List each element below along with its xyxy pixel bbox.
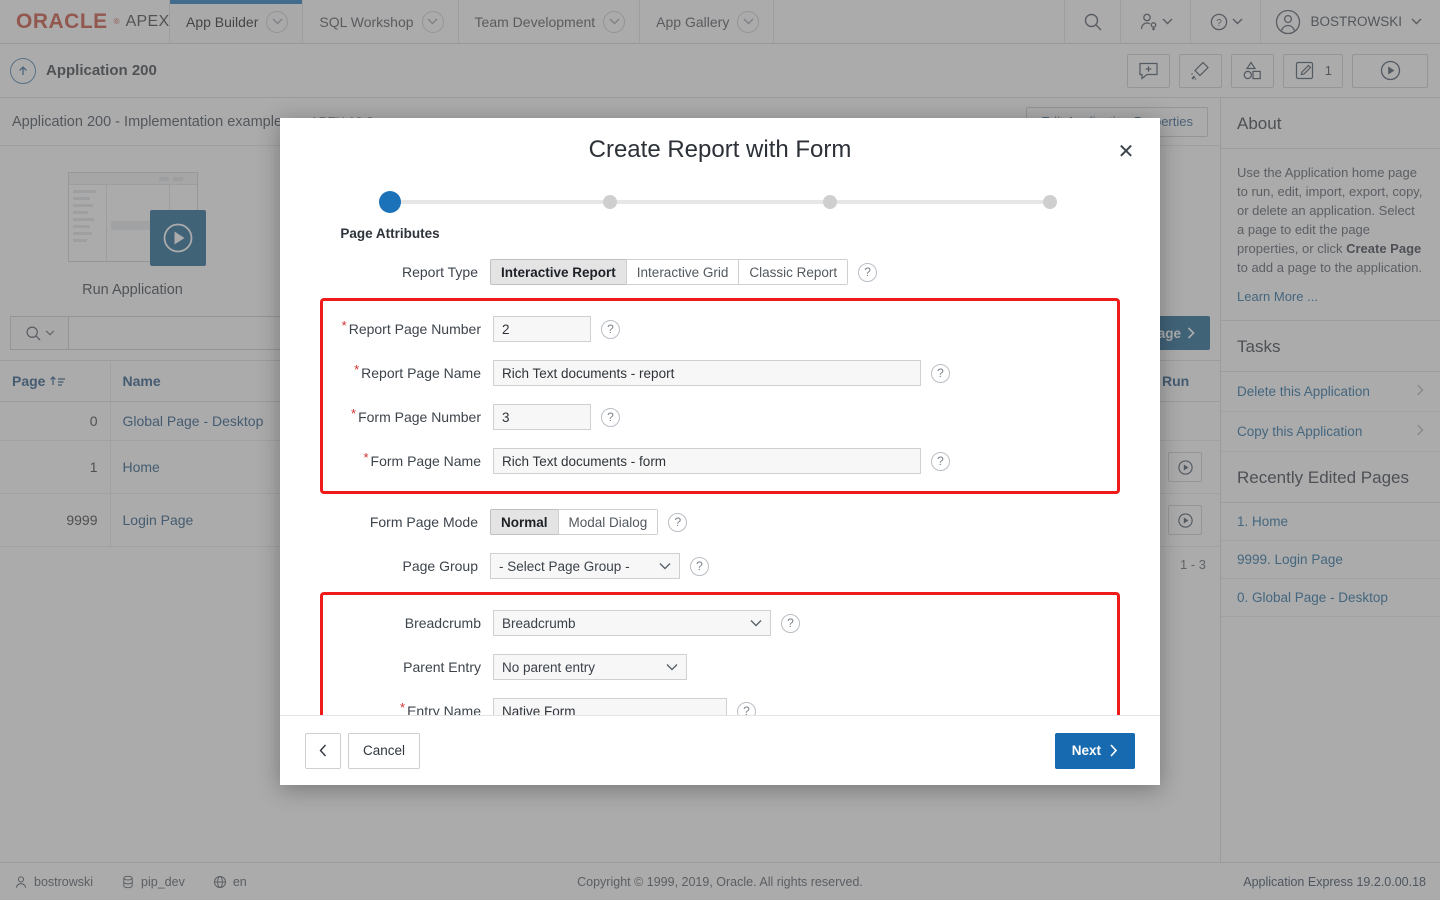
form-page-number-input[interactable] [493,404,591,430]
highlight-box-page-fields: *Report Page Number ? *Report Page Name … [320,298,1120,494]
report-type-interactive-report[interactable]: Interactive Report [490,259,627,285]
page-group-select[interactable]: - Select Page Group - [490,553,680,579]
help-icon[interactable]: ? [601,320,620,339]
label-report-page-number: *Report Page Number [323,321,493,337]
stepper-dot-3 [823,195,837,209]
highlight-box-breadcrumb-fields: Breadcrumb Breadcrumb ? Parent Entry [320,592,1120,715]
report-type-interactive-grid[interactable]: Interactive Grid [626,259,740,285]
help-icon[interactable]: ? [668,513,687,532]
label-form-page-mode: Form Page Mode [320,514,490,530]
parent-entry-select[interactable]: No parent entry [493,654,687,680]
field-row-page-group: Page Group - Select Page Group - ? [320,544,1120,588]
field-row-form-page-name: *Form Page Name ? [323,439,1117,483]
dialog-title: Create Report with Form [280,118,1160,164]
app-root: ORACLE® APEX App Builder SQL Workshop Te… [0,0,1440,900]
required-marker: * [351,406,356,421]
field-row-report-page-name: *Report Page Name ? [323,351,1117,395]
field-row-entry-name: *Entry Name ? [323,689,1117,715]
required-marker: * [354,362,359,377]
dialog-footer: Cancel Next [280,715,1160,785]
label-report-page-name: *Report Page Name [323,365,493,381]
label-form-page-name: *Form Page Name [323,453,493,469]
next-label: Next [1072,743,1101,758]
label-entry-name: *Entry Name [323,703,493,715]
form-page-mode-normal[interactable]: Normal [490,509,559,535]
next-button[interactable]: Next [1055,733,1135,769]
help-icon[interactable]: ? [690,557,709,576]
breadcrumb-value: Breadcrumb [502,616,576,631]
field-row-breadcrumb: Breadcrumb Breadcrumb ? [323,601,1117,645]
help-icon[interactable]: ? [781,614,800,633]
help-icon[interactable]: ? [601,408,620,427]
field-row-report-type: Report Type Interactive Report Interacti… [320,250,1120,294]
field-row-report-page-number: *Report Page Number ? [323,307,1117,351]
stepper-label-1: Page Attributes [340,226,439,241]
field-row-form-page-mode: Form Page Mode Normal Modal Dialog ? [320,500,1120,544]
page-group-value: - Select Page Group - [499,559,630,574]
wizard-stepper: Page Attributes [280,180,1160,250]
footer-version: Application Express 19.2.0.00.18 [1243,875,1426,889]
chevron-down-icon [645,562,671,570]
form-page-mode-modal-dialog[interactable]: Modal Dialog [558,509,659,535]
label-page-group: Page Group [320,558,490,574]
label-text: Report Page Number [349,321,481,337]
chevron-down-icon [652,663,678,671]
stepper-dot-4 [1043,195,1057,209]
cancel-button[interactable]: Cancel [348,733,420,769]
create-report-with-form-dialog: Create Report with Form ✕ Page Attribute… [280,118,1160,785]
report-page-name-input[interactable] [493,360,921,386]
report-type-classic-report[interactable]: Classic Report [738,259,848,285]
help-icon[interactable]: ? [931,452,950,471]
required-marker: * [342,318,347,333]
help-icon[interactable]: ? [931,364,950,383]
dialog-header: Create Report with Form ✕ [280,118,1160,180]
dialog-body: Report Type Interactive Report Interacti… [280,250,1160,715]
chevron-down-icon [736,619,762,627]
label-form-page-number: *Form Page Number [323,409,493,425]
field-row-form-page-number: *Form Page Number ? [323,395,1117,439]
label-text: Form Page Number [358,409,481,425]
help-icon[interactable]: ? [858,263,877,282]
parent-entry-value: No parent entry [502,660,595,675]
label-text: Form Page Name [371,453,481,469]
previous-button[interactable] [305,733,341,769]
help-icon[interactable]: ? [737,702,756,716]
label-text: Report Page Name [361,365,481,381]
breadcrumb-select[interactable]: Breadcrumb [493,610,771,636]
close-icon[interactable]: ✕ [1114,140,1138,164]
required-marker: * [400,700,405,715]
report-type-button-group: Interactive Report Interactive Grid Clas… [490,259,848,285]
report-page-number-input[interactable] [493,316,591,342]
form-page-name-input[interactable] [493,448,921,474]
entry-name-input[interactable] [493,698,727,715]
form-page-mode-button-group: Normal Modal Dialog [490,509,658,535]
label-parent-entry: Parent Entry [323,659,493,675]
stepper-track [390,200,1050,204]
stepper-dot-1[interactable] [379,191,401,213]
label-text: Entry Name [407,703,481,715]
label-report-type: Report Type [320,264,490,280]
required-marker: * [363,450,368,465]
label-breadcrumb: Breadcrumb [323,615,493,631]
stepper-dot-2 [603,195,617,209]
field-row-parent-entry: Parent Entry No parent entry [323,645,1117,689]
